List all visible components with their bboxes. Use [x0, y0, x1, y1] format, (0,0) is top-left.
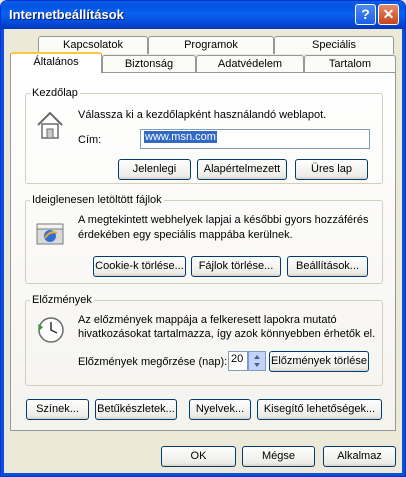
close-icon: ✕ [382, 6, 395, 22]
accessibility-button[interactable]: Kisegítő lehetőségek... [257, 399, 382, 420]
temporary-files-text-line2: érdekében egy speciális mappába kerülnek… [78, 229, 293, 241]
window-frame-bottom [1, 473, 405, 476]
apply-button[interactable]: Alkalmaz [323, 446, 396, 467]
delete-cookies-button[interactable]: Cookie-k törlése... [93, 256, 186, 277]
window-frame-left [1, 29, 4, 476]
history-days-input[interactable]: 20 [228, 351, 248, 371]
title-bar[interactable]: Internetbeállítások ? ✕ [1, 1, 405, 29]
use-current-button[interactable]: Jelenlegi [118, 159, 191, 180]
temporary-files-legend: Ideiglenesen letöltött fájlok [32, 194, 162, 206]
fonts-button[interactable]: Betűkészletek... [95, 399, 177, 420]
help-icon: ? [361, 6, 370, 22]
languages-button[interactable]: Nyelvek... [189, 399, 251, 420]
delete-files-button[interactable]: Fájlok törlése... [191, 256, 281, 277]
window-title: Internetbeállítások [9, 7, 124, 22]
home-address-value: www.msn.com [144, 131, 217, 143]
home-description: Válassza ki a kezdőlapként használandó w… [78, 109, 327, 121]
use-blank-button[interactable]: Üres lap [295, 159, 368, 180]
temporary-settings-button[interactable]: Beállítások... [287, 256, 368, 277]
address-label: Cím: [78, 134, 102, 146]
history-days-spinner[interactable] [248, 351, 266, 371]
history-legend: Előzmények [32, 294, 92, 306]
close-button[interactable]: ✕ [378, 4, 399, 25]
use-default-button[interactable]: Alapértelmezett [197, 159, 287, 180]
tab-specialis[interactable]: Speciális [274, 36, 394, 54]
tab-tartalom[interactable]: Tartalom [304, 55, 396, 73]
spinner-arrows-icon [254, 355, 260, 367]
history-text-line2: hivatkozásokat tartalmazza, így azok kön… [78, 328, 376, 340]
colors-button[interactable]: Színek... [26, 399, 89, 420]
history-days-value: 20 [231, 353, 244, 365]
tab-adatvedelem[interactable]: Adatvédelem [196, 55, 304, 73]
home-icon [37, 111, 63, 139]
tab-biztonsag[interactable]: Biztonság [102, 55, 196, 73]
history-days-label: Előzmények megőrzése (nap): [78, 356, 228, 368]
ok-button[interactable]: OK [161, 446, 236, 467]
tab-altalanos[interactable]: Általános [10, 52, 102, 73]
clear-history-button[interactable]: Előzmények törlése [269, 351, 369, 372]
cancel-button[interactable]: Mégse [242, 446, 315, 467]
temporary-files-text-line1: A megtekintett webhelyek lapjai a később… [78, 214, 369, 226]
history-text-line1: Az előzmények mappája a felkeresett lapo… [78, 314, 337, 326]
temporary-files-icon [36, 223, 64, 245]
home-page-legend: Kezdőlap [32, 87, 78, 99]
window-frame-right [402, 29, 405, 476]
tab-programok[interactable]: Programok [148, 36, 274, 54]
internet-options-window: Internetbeállítások ? ✕ Kapcsolatok Prog… [0, 0, 406, 477]
home-address-input[interactable]: www.msn.com [140, 129, 370, 149]
help-button[interactable]: ? [355, 4, 376, 25]
history-icon [38, 317, 64, 343]
